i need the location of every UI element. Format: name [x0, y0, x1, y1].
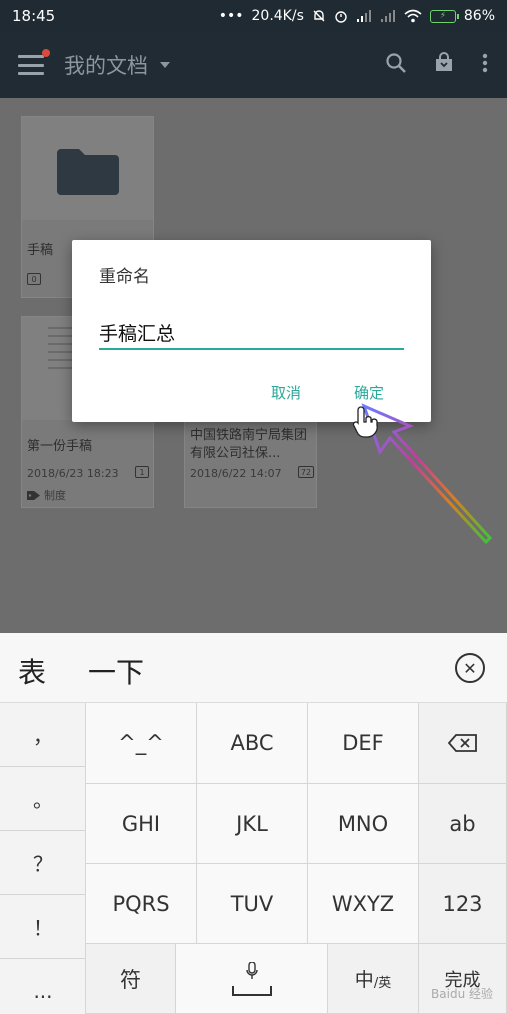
key-ab[interactable]: ab — [419, 784, 507, 864]
tag-label: 制度 — [44, 489, 66, 502]
dialog-title: 重命名 — [99, 267, 150, 287]
done-key[interactable]: 完成 — [419, 944, 507, 1014]
key-abc[interactable]: ABC — [197, 703, 308, 784]
signal-icon-2 — [380, 9, 396, 23]
card-name: 手稿 — [27, 243, 54, 258]
soft-keyboard: 表 一下 ✕ ， 。 ？ ！ ... ^_^ ABC DEF GHI JKL M… — [0, 633, 507, 1014]
close-candidates-icon[interactable]: ✕ — [455, 653, 485, 683]
folder-selector[interactable]: 我的文档 — [64, 50, 170, 80]
more-options-icon[interactable] — [481, 52, 489, 78]
app-bar-actions — [385, 52, 489, 78]
status-time: 18:45 — [12, 7, 56, 25]
folder-icon — [57, 149, 119, 195]
backspace-icon — [447, 734, 477, 752]
search-icon[interactable] — [385, 52, 407, 78]
lang-main: 中 — [354, 969, 374, 991]
key-def[interactable]: DEF — [308, 703, 419, 784]
app-bar: 我的文档 — [0, 32, 507, 98]
punct-key[interactable]: 。 — [0, 767, 86, 831]
key-ghi[interactable]: GHI — [86, 784, 197, 864]
punct-key[interactable]: ， — [0, 703, 86, 767]
card-date: 2018/6/22 14:07 — [190, 467, 282, 480]
status-bar: 18:45 ••• 20.4K/s ⚡ 86% — [0, 0, 507, 32]
shopping-bag-icon[interactable] — [433, 52, 455, 78]
cancel-button[interactable]: 取消 — [271, 382, 301, 403]
key-jkl[interactable]: JKL — [197, 784, 308, 864]
candidate-bar: 表 一下 ✕ — [0, 633, 507, 703]
tag-icon — [27, 490, 40, 500]
signal-icon — [356, 9, 372, 23]
candidate-word[interactable]: 表 — [18, 651, 46, 691]
microphone-icon — [245, 961, 258, 979]
rename-input[interactable] — [99, 316, 404, 350]
punct-key[interactable]: ... — [0, 959, 86, 1014]
punct-key[interactable]: ！ — [0, 895, 86, 959]
card-date: 2018/6/23 18:23 — [27, 467, 119, 480]
candidate-word[interactable]: 一下 — [88, 651, 144, 691]
key-123[interactable]: 123 — [419, 864, 507, 944]
card-name: 第一份手稿 — [27, 439, 93, 454]
wifi-icon — [404, 9, 422, 23]
punctuation-column: ， 。 ？ ！ ... — [0, 703, 86, 1014]
punct-key[interactable]: ？ — [0, 831, 86, 895]
key-emoticon[interactable]: ^_^ — [86, 703, 197, 784]
status-right: ••• 20.4K/s ⚡ 86% — [219, 8, 495, 24]
lang-sub: /英 — [373, 976, 392, 991]
rename-dialog: 重命名 取消 确定 — [72, 240, 431, 422]
page-count-badge: 72 — [298, 466, 314, 478]
card-name: 中国铁路南宁局集团有限公司社保... — [190, 428, 308, 461]
key-tuv[interactable]: TUV — [197, 864, 308, 944]
dropdown-caret-icon — [160, 62, 170, 68]
key-wxyz[interactable]: WXYZ — [308, 864, 419, 944]
key-mno[interactable]: MNO — [308, 784, 419, 864]
notification-dot — [42, 49, 50, 57]
page-title: 我的文档 — [64, 54, 148, 78]
card-tag: 制度 — [27, 487, 66, 503]
battery-icon: ⚡ — [429, 9, 459, 23]
more-notifications-icon: ••• — [218, 8, 244, 24]
language-switch-key[interactable]: 中/英 — [328, 944, 419, 1014]
battery-level: 86% — [463, 8, 495, 24]
symbol-key[interactable]: 符 — [86, 944, 176, 1014]
key-pqrs[interactable]: PQRS — [86, 864, 197, 944]
space-key[interactable] — [176, 944, 328, 1014]
alarm-icon — [334, 9, 348, 23]
network-speed: 20.4K/s — [251, 8, 304, 24]
mute-bell-icon — [312, 9, 326, 23]
watermark: Baidu 经验 — [431, 987, 493, 1001]
count-badge: 0 — [27, 273, 41, 285]
backspace-key[interactable] — [419, 703, 507, 784]
menu-icon[interactable] — [18, 49, 50, 75]
space-bar-icon — [231, 985, 272, 996]
page-count-badge: 1 — [135, 466, 149, 478]
confirm-button[interactable]: 确定 — [354, 382, 384, 403]
folder-thumbnail — [22, 117, 153, 220]
